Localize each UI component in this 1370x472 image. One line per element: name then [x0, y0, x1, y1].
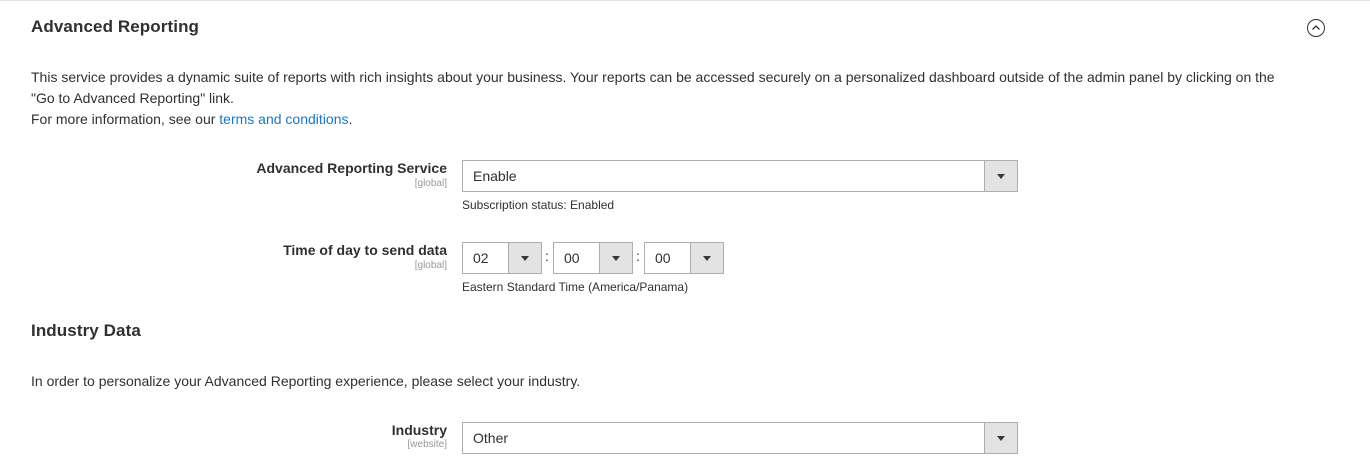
- advanced-reporting-description-line2: "Go to Advanced Reporting" link.: [31, 90, 234, 106]
- hour-value: 02: [473, 250, 489, 266]
- minute-dropdown-button[interactable]: [599, 243, 632, 273]
- industry-scope: [website]: [407, 439, 447, 450]
- advanced-reporting-service-label: Advanced Reporting Service: [256, 160, 447, 176]
- more-info-suffix: .: [348, 111, 353, 127]
- advanced-reporting-title[interactable]: Advanced Reporting: [31, 17, 199, 37]
- triangle-down-icon: [612, 256, 620, 261]
- more-info-text: For more information, see our terms and …: [31, 109, 352, 130]
- advanced-reporting-description-line1: This service provides a dynamic suite of…: [31, 69, 1275, 85]
- time-of-day-label: Time of day to send data: [283, 242, 447, 258]
- triangle-down-icon: [997, 174, 1005, 179]
- triangle-down-icon: [997, 436, 1005, 441]
- industry-dropdown-button[interactable]: [984, 423, 1017, 453]
- industry-data-title: Industry Data: [31, 321, 141, 340]
- more-info-prefix: For more information, see our: [31, 111, 220, 127]
- triangle-down-icon: [703, 256, 711, 261]
- minute-value: 00: [564, 250, 580, 266]
- hour-select[interactable]: 02: [462, 242, 542, 274]
- industry-label: Industry: [391, 422, 447, 438]
- timezone-note: Eastern Standard Time (America/Panama): [462, 280, 689, 294]
- section-divider: [0, 0, 1370, 1]
- subscription-status-note: Subscription status: Enabled: [462, 198, 615, 212]
- second-dropdown-button[interactable]: [690, 243, 723, 273]
- time-separator: :: [636, 248, 640, 264]
- hour-dropdown-button[interactable]: [508, 243, 541, 273]
- time-of-day-scope: [global]: [414, 260, 447, 271]
- triangle-down-icon: [521, 256, 529, 261]
- second-value: 00: [655, 250, 671, 266]
- industry-value: Other: [473, 430, 509, 446]
- terms-and-conditions-link[interactable]: terms and conditions: [219, 111, 348, 127]
- dropdown-button[interactable]: [984, 161, 1017, 191]
- minute-select[interactable]: 00: [553, 242, 633, 274]
- industry-data-description: In order to personalize your Advanced Re…: [31, 373, 581, 389]
- advanced-reporting-service-value: Enable: [473, 168, 517, 184]
- config-page: Advanced Reporting This service provides…: [0, 0, 1370, 472]
- collapse-section-button[interactable]: [1307, 19, 1325, 37]
- second-select[interactable]: 00: [644, 242, 724, 274]
- advanced-reporting-service-select[interactable]: Enable: [462, 160, 1018, 192]
- time-separator: :: [545, 248, 549, 264]
- industry-select[interactable]: Other: [462, 422, 1018, 454]
- chevron-up-circle-icon: [1312, 25, 1320, 30]
- advanced-reporting-service-scope: [global]: [414, 178, 447, 189]
